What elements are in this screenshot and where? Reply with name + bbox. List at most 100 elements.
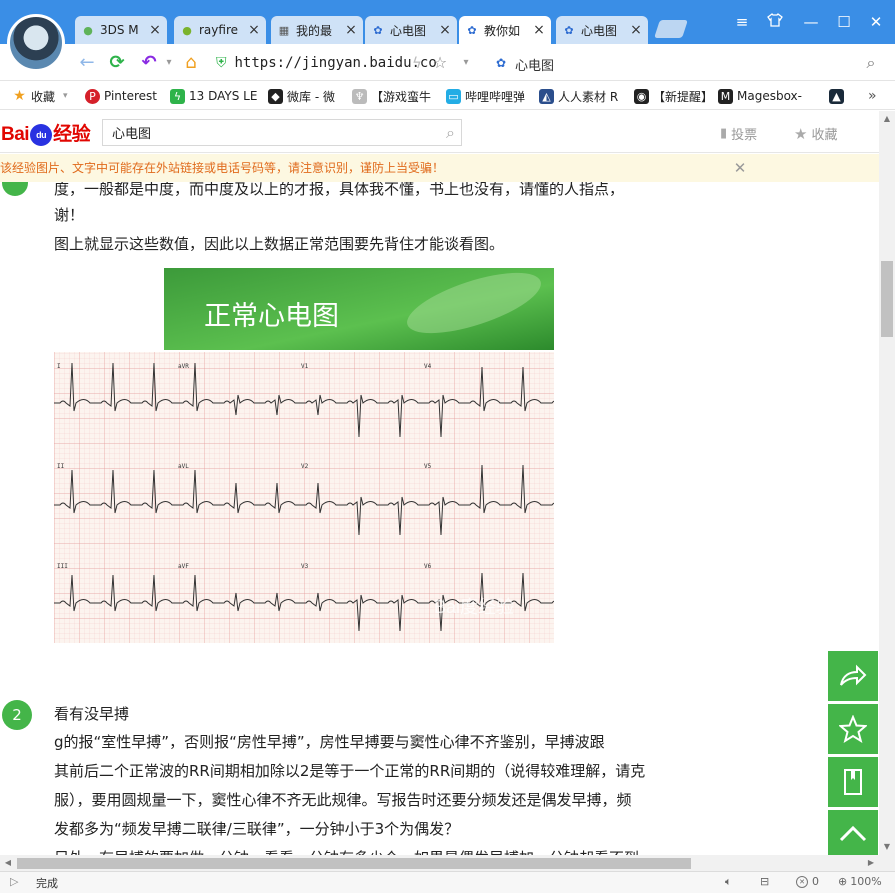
search-button-icon[interactable]: ⌕ <box>446 123 455 143</box>
bookmarks-bar: ★ 收藏 ▾ P Pinterest ϟ 13 DAYS LE ◆ 微库 - 微 ♆ 【游戏蛮牛 ▭… <box>0 81 895 110</box>
close-icon[interactable]: ✕ <box>732 154 748 182</box>
tab-label: 3DS M <box>100 23 139 37</box>
zoom-icon: ⊕ <box>838 875 848 888</box>
book-icon <box>844 769 862 795</box>
vertical-scrollbar[interactable]: ▲ ▼ <box>879 111 895 855</box>
step-2-badge: 2 <box>2 700 32 730</box>
tab-close-icon[interactable]: × <box>345 22 357 38</box>
tab-label: 心电图 <box>390 23 427 38</box>
blocked-count: 0 <box>812 875 819 888</box>
shirt-icon[interactable] <box>764 12 786 32</box>
menu-icon[interactable]: ≡ <box>731 12 753 32</box>
address-bar: ← ⟳ ↶ ▾ ⌂ ⛨ https://jingyan.baidu.co ϟ ☆… <box>0 44 895 81</box>
lightning-icon[interactable]: ϟ <box>406 52 428 74</box>
share-button[interactable] <box>828 651 878 701</box>
bookmark-label: 哔哩哔哩弹 <box>465 89 526 104</box>
refresh-icon[interactable]: ⟳ <box>106 52 128 74</box>
scroll-left-arrow[interactable]: ◀ <box>0 855 16 871</box>
paw-icon: ✿ <box>564 23 574 37</box>
vote-button[interactable]: ▮ 投票 <box>720 124 757 143</box>
bookmark-item[interactable]: ◭ 人人素材 R <box>539 87 618 105</box>
tab-label: 我的最 <box>296 23 333 38</box>
search-icon[interactable]: ⌕ <box>860 52 882 74</box>
baidu-jingyan-logo[interactable]: Bai du 经验 <box>1 119 91 146</box>
chevron-up-icon <box>839 825 867 841</box>
speaker-icon[interactable]: 🔈︎ <box>725 875 732 889</box>
more-bookmarks-icon[interactable]: » <box>868 87 877 105</box>
rr-icon: ◭ <box>539 88 554 104</box>
tab-1[interactable]: ● 3DS M × <box>75 16 167 44</box>
favorite-float-button[interactable] <box>828 704 878 754</box>
bookmark-float-button[interactable] <box>828 757 878 807</box>
bookmark-item[interactable]: ♆ 【游戏蛮牛 <box>352 87 431 105</box>
tab-4[interactable]: ✿ 心电图 × <box>365 16 457 44</box>
bookmark-label: 收藏 <box>31 89 56 104</box>
play-icon[interactable]: ▷ <box>10 875 18 888</box>
tab-close-icon[interactable]: × <box>248 22 260 38</box>
minimize-button[interactable]: — <box>800 12 822 32</box>
scroll-up-arrow[interactable]: ▲ <box>879 111 895 127</box>
paragraph-line: 图上就显示这些数值，因此以上数据正常范围要先背住才能谈看图。 <box>54 235 505 253</box>
bookmark-item[interactable]: ◉ 【新提醒】 <box>634 87 713 105</box>
back-arrow-icon[interactable]: ← <box>76 52 98 74</box>
undo-dropdown-icon[interactable]: ▾ <box>158 52 180 74</box>
user-avatar[interactable] <box>7 14 65 72</box>
scroll-down-arrow[interactable]: ▼ <box>879 839 895 855</box>
bookmark-item[interactable]: ▲ <box>829 87 848 105</box>
tab-close-icon[interactable]: × <box>533 22 545 38</box>
download-icon[interactable]: ⊟ <box>760 875 769 888</box>
tab-2[interactable]: ● rayfire × <box>174 16 266 44</box>
scrollbar-corner <box>879 855 895 871</box>
address-dropdown-icon[interactable]: ▾ <box>455 52 477 74</box>
ecg-lead-label: aVL <box>178 463 189 470</box>
tab-label: 教你如 <box>484 23 521 38</box>
maximize-button[interactable]: ☐ <box>833 12 855 32</box>
tab-label: rayfire <box>199 23 238 37</box>
triangle-icon: ▲ <box>829 88 844 104</box>
bookmark-item[interactable]: M Magesbox- <box>718 87 802 105</box>
search-input[interactable] <box>103 120 423 145</box>
bookmark-item[interactable]: P Pinterest <box>85 87 157 105</box>
paw-icon: ✿ <box>467 23 477 37</box>
tab-3[interactable]: ▦ 我的最 × <box>271 16 363 44</box>
ecg-lead-label: V1 <box>301 363 309 370</box>
bookmark-label: 【游戏蛮牛 <box>371 89 432 104</box>
image-watermark: Bai度经验 <box>434 597 514 617</box>
bookmark-star-icon[interactable]: ☆ <box>429 52 451 74</box>
vote-label: 投票 <box>731 128 758 143</box>
adblock-icon[interactable]: ✕ 0 <box>796 875 819 888</box>
article-content: 度，一般都是中度，而中度及以上的才报，具体我不懂，书上也没有，请懂的人指点， 谢… <box>0 182 879 855</box>
grid-icon: ▦ <box>278 23 290 37</box>
bookmark-item[interactable]: ▭ 哔哩哔哩弹 <box>446 87 525 105</box>
back-to-top-button[interactable] <box>828 810 878 855</box>
step-1-badge <box>2 182 28 196</box>
ecg-lead-label: aVR <box>178 363 189 370</box>
tab-close-icon[interactable]: × <box>149 22 161 38</box>
bookmark-item[interactable]: ◆ 微库 - 微 <box>268 87 335 105</box>
bookmark-item[interactable]: ϟ 13 DAYS LE <box>170 87 257 105</box>
undo-icon[interactable]: ↶ <box>138 52 160 74</box>
logo-text-jingyan: 经验 <box>53 124 91 145</box>
tab-close-icon[interactable]: × <box>630 22 642 38</box>
favorite-label: 收藏 <box>811 128 838 143</box>
ecg-image[interactable]: 正常心电图 IaVR V1 V4 II aVL V2 V5 III aVF V3 V6 Bai度经验 <box>54 268 554 643</box>
favorite-button[interactable]: ★ 收藏 <box>794 124 838 144</box>
tab-close-icon[interactable]: × <box>439 22 451 38</box>
tab-6[interactable]: ✿ 心电图 × <box>556 16 648 44</box>
horizontal-scroll-thumb[interactable] <box>17 858 691 869</box>
bookmark-label: Magesbox- <box>737 89 802 103</box>
horizontal-scrollbar[interactable]: ◀ ▶ <box>0 855 879 871</box>
zoom-control[interactable]: ⊕ 100% <box>838 875 882 888</box>
close-window-button[interactable]: ✕ <box>865 12 887 32</box>
secure-shield-icon: ⛨ <box>216 55 227 71</box>
paragraph-line: 谢！ <box>54 206 85 224</box>
paragraph-line: 另外，有早搏的要加做一分钟，看看一分钟有多少个，如果是偶发早搏加一分钟却看不到 <box>54 845 684 855</box>
home-icon[interactable]: ⌂ <box>180 52 202 74</box>
tab-5[interactable]: ✿ 教你如 × <box>459 16 551 44</box>
g-icon: ● <box>83 23 93 37</box>
bookmark-item[interactable]: ★ 收藏 ▾ <box>12 87 68 105</box>
vertical-scroll-thumb[interactable] <box>881 261 893 337</box>
scroll-right-arrow[interactable]: ▶ <box>863 855 879 871</box>
new-tab-button[interactable] <box>654 20 688 38</box>
chevron-down-icon[interactable]: ▾ <box>63 91 68 101</box>
